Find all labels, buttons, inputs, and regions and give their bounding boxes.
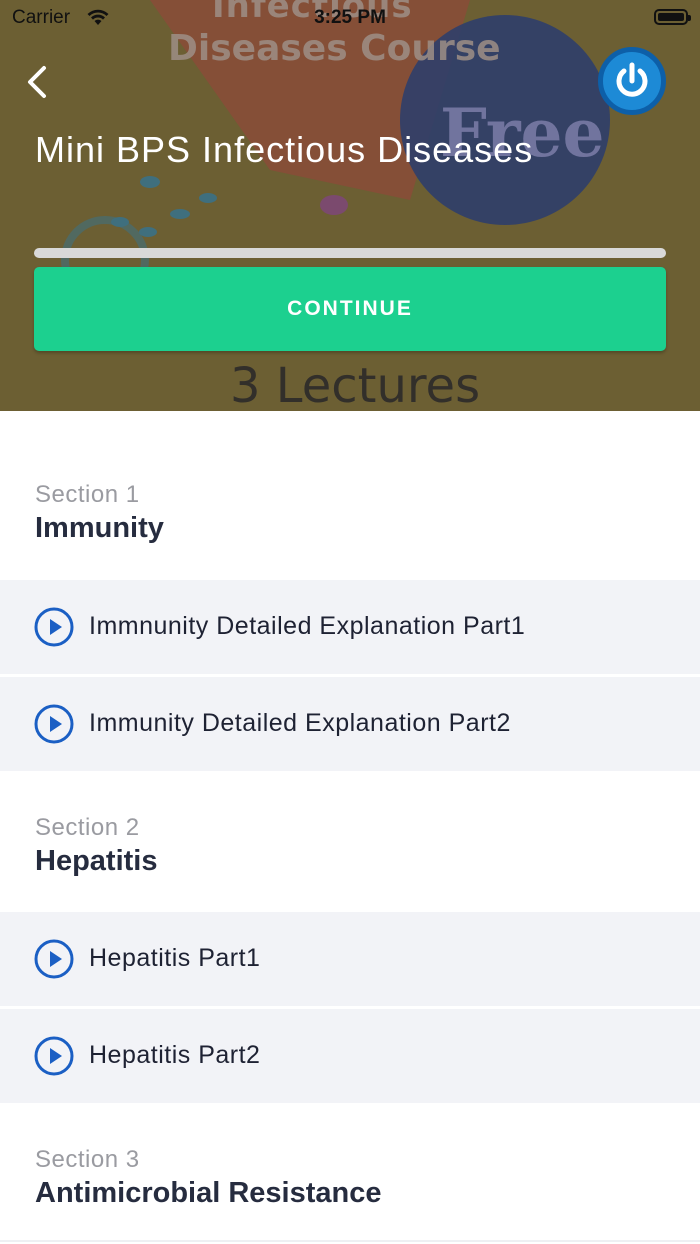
battery-icon [654, 9, 691, 25]
section-header[interactable]: Section 2 Hepatitis [0, 774, 700, 912]
course-progress-bar [34, 248, 666, 258]
lesson-item[interactable]: Immunity Detailed Explanation Part2 [0, 677, 700, 771]
section-number: Section 2 [35, 814, 140, 841]
back-chevron-icon[interactable] [24, 64, 54, 100]
lesson-label: Immunity Detailed Explanation Part2 [89, 709, 511, 737]
lesson-item[interactable]: Hepatitis Part1 [0, 912, 700, 1006]
lesson-item[interactable]: Hepatitis Part2 [0, 1009, 700, 1103]
status-bar: Carrier 3:25 PM [0, 0, 700, 36]
status-time: 3:25 PM [314, 7, 386, 28]
section-number: Section 1 [35, 481, 140, 508]
course-hero: Infectious Diseases Course Free 3 Lectur… [0, 0, 700, 411]
section-title: Immunity [35, 512, 164, 544]
lesson-label: Immnunity Detailed Explanation Part1 [89, 612, 526, 640]
course-title: Mini BPS Infectious Diseases [35, 129, 534, 170]
section-header[interactable]: Section 3 Antimicrobial Resistance [0, 1106, 700, 1244]
section-header[interactable]: Section 1 Immunity [0, 411, 700, 580]
lesson-item[interactable]: Immnunity Detailed Explanation Part1 [0, 580, 700, 674]
section-title: Hepatitis [35, 845, 158, 877]
power-icon[interactable] [598, 47, 666, 115]
lesson-label: Hepatitis Part2 [89, 1041, 261, 1069]
section-title: Antimicrobial Resistance [35, 1177, 382, 1209]
continue-button[interactable]: CONTINUE [34, 267, 666, 351]
play-circle-icon [34, 939, 74, 979]
play-circle-icon [34, 607, 74, 647]
lesson-label: Hepatitis Part1 [89, 944, 261, 972]
curriculum-list: Section 1 Immunity Immnunity Detailed Ex… [0, 411, 700, 1244]
divider [0, 1240, 700, 1242]
play-circle-icon [34, 1036, 74, 1076]
banner-lectures-text: 3 Lectures [230, 358, 481, 411]
play-circle-icon [34, 704, 74, 744]
section-number: Section 3 [35, 1146, 140, 1173]
